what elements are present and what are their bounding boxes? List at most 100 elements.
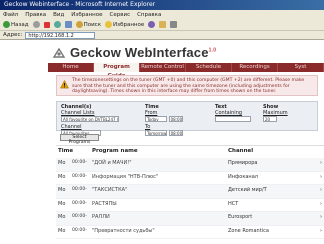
row-program[interactable]: РАСТЯПЫ — [92, 201, 117, 207]
back-label: Назад — [11, 21, 29, 28]
header-program-name: Program name — [92, 148, 138, 154]
mail-button[interactable] — [159, 21, 167, 28]
row-program[interactable]: "ДОЙ и МАЧИ!" — [92, 160, 132, 166]
menu-item-edit[interactable]: Правка — [25, 12, 46, 18]
forward-button[interactable] — [32, 21, 40, 28]
main-nav: Home Program Guide Remote Control Schedu… — [48, 63, 324, 79]
page-content: Geckow WebInterface1.0 Home Program Guid… — [0, 41, 324, 244]
max-results-select[interactable]: 20 — [263, 116, 277, 122]
time-filter: Time From Today 08:00 To Tomorrow 08:00 — [145, 104, 183, 138]
tab-recordings[interactable]: Recordings — [232, 63, 278, 72]
table-row[interactable]: Mo 00:00- "ТАКСИСТКА" Детский мир/Т › — [56, 185, 324, 199]
window-title-bar: Geckow Webinterface - Microsoft Internet… — [0, 0, 324, 10]
from-hour-select[interactable]: 08:00 — [168, 116, 183, 122]
row-more-icon[interactable]: › — [320, 160, 322, 166]
table-row[interactable]: Mo 00:00- "ДОЙ и МАЧИ!" Прямирора › — [56, 158, 324, 172]
row-time: 00:00- — [72, 200, 87, 206]
channel-list-select[interactable]: All favourite on DVTBL247 (MO) — [61, 116, 119, 122]
stop-button[interactable] — [43, 21, 50, 28]
table-row[interactable]: Mo 00:00- РАЛЛИ Eurosport › — [56, 212, 324, 226]
row-time: 00:00- — [72, 173, 87, 179]
row-more-icon[interactable]: › — [320, 201, 322, 207]
tab-home[interactable]: Home — [48, 63, 94, 72]
favorites-label: Избранное — [113, 21, 145, 28]
forward-arrow-icon — [32, 21, 40, 28]
browser-toolbar: Назад Поиск Избранное — [0, 19, 324, 31]
row-day: Mo — [58, 227, 66, 234]
media-button[interactable] — [148, 21, 156, 28]
channel-filter: Channel(s) Channel Lists All favourite o… — [61, 104, 119, 138]
row-day: Mo — [58, 200, 66, 207]
row-program[interactable]: РАЛЛИ — [92, 214, 110, 220]
menu-item-file[interactable]: Файл — [3, 12, 18, 18]
row-channel: Eurosport — [228, 214, 253, 220]
row-time: 00:00- — [72, 227, 87, 233]
row-more-icon[interactable]: › — [320, 174, 322, 180]
show-filter: Show Maximum 20 — [263, 104, 288, 124]
row-day: Mo — [58, 160, 66, 166]
to-day-select[interactable]: Tomorrow — [145, 130, 167, 136]
search-button[interactable]: Поиск — [75, 21, 102, 28]
address-bar: Адрес: http://192.168.1.2 — [0, 31, 324, 40]
table-row[interactable]: Mo 00:00- "Превратности судьбы" Zone Rom… — [56, 226, 324, 239]
menu-bar: Файл Правка Вид Избранное Сервис Справка — [0, 10, 324, 19]
divider — [56, 145, 324, 146]
back-arrow-icon — [3, 21, 10, 28]
program-filter: Channel(s) Channel Lists All favourite o… — [56, 101, 318, 136]
row-more-icon[interactable]: › — [320, 214, 322, 220]
address-label: Адрес: — [3, 32, 23, 38]
warning-text: The timezonesettings on the tuner (GMT +… — [72, 78, 305, 95]
app-version: 1.0 — [208, 47, 217, 54]
row-program[interactable]: Информация "НТВ-Плюс" — [92, 174, 158, 180]
table-row[interactable]: Mo 00:00- РАСТЯПЫ НСТ › — [56, 199, 324, 212]
star-icon — [105, 21, 113, 28]
tab-remote-control[interactable]: Remote Control — [140, 63, 186, 72]
menu-item-view[interactable]: Вид — [53, 12, 64, 18]
warning-icon — [60, 80, 69, 89]
row-channel: Zone Romantica — [228, 227, 269, 234]
address-input[interactable]: http://192.168.1.2 — [25, 31, 96, 39]
search-icon — [75, 21, 83, 28]
window-title: Geckow Webinterface - Microsoft Internet… — [4, 1, 156, 8]
program-list: Mo 00:00- "ДОЙ и МАЧИ!" Прямирора › Mo 0… — [56, 158, 324, 239]
app-title: Geckow WebInterface1.0 — [70, 45, 217, 60]
row-time: 00:00- — [72, 214, 87, 219]
row-channel: Прямирора — [228, 160, 258, 166]
row-day: Mo — [58, 173, 66, 180]
media-icon — [148, 21, 156, 28]
text-filter: Text Containing — [215, 104, 251, 124]
print-button[interactable] — [170, 21, 178, 28]
home-button[interactable] — [64, 21, 72, 28]
menu-item-favorites[interactable]: Избранное — [71, 12, 102, 18]
timezone-warning: The timezonesettings on the tuner (GMT +… — [56, 75, 318, 96]
refresh-icon — [53, 21, 61, 28]
row-program[interactable]: "Превратности судьбы" — [92, 228, 155, 234]
select-programs-button[interactable]: Select Programs — [60, 134, 99, 145]
favorites-button[interactable]: Избранное — [105, 21, 144, 28]
table-row[interactable]: Mo 00:00- Информация "НТВ-Плюс" Инфокана… — [56, 172, 324, 185]
menu-item-help[interactable]: Справка — [137, 12, 161, 18]
row-time: 00:00- — [72, 187, 87, 192]
home-icon — [64, 21, 72, 28]
refresh-button[interactable] — [53, 21, 61, 28]
row-channel: НСТ — [228, 200, 239, 207]
row-time: 00:00- — [72, 160, 87, 165]
to-hour-select[interactable]: 08:00 — [168, 130, 183, 136]
row-day: Mo — [58, 187, 66, 193]
tab-schedule[interactable]: Schedule — [186, 63, 232, 72]
stop-icon — [43, 21, 50, 28]
header-channel: Channel — [228, 148, 254, 154]
table-header: Time Program name Channel — [58, 148, 324, 156]
from-day-select[interactable]: Today — [145, 116, 167, 122]
row-more-icon[interactable]: › — [320, 187, 322, 193]
tab-program-guide[interactable]: Program Guide — [94, 63, 140, 79]
app-logo: Geckow WebInterface1.0 — [52, 45, 216, 60]
text-containing-input[interactable] — [215, 116, 251, 122]
tab-system[interactable]: Syst — [278, 63, 324, 72]
row-more-icon[interactable]: › — [320, 228, 322, 234]
menu-item-tools[interactable]: Сервис — [110, 12, 131, 18]
row-channel: Инфоканал — [228, 173, 258, 180]
back-button[interactable]: Назад — [3, 21, 29, 28]
search-label: Поиск — [83, 21, 102, 28]
row-program[interactable]: "ТАКСИСТКА" — [92, 187, 127, 193]
